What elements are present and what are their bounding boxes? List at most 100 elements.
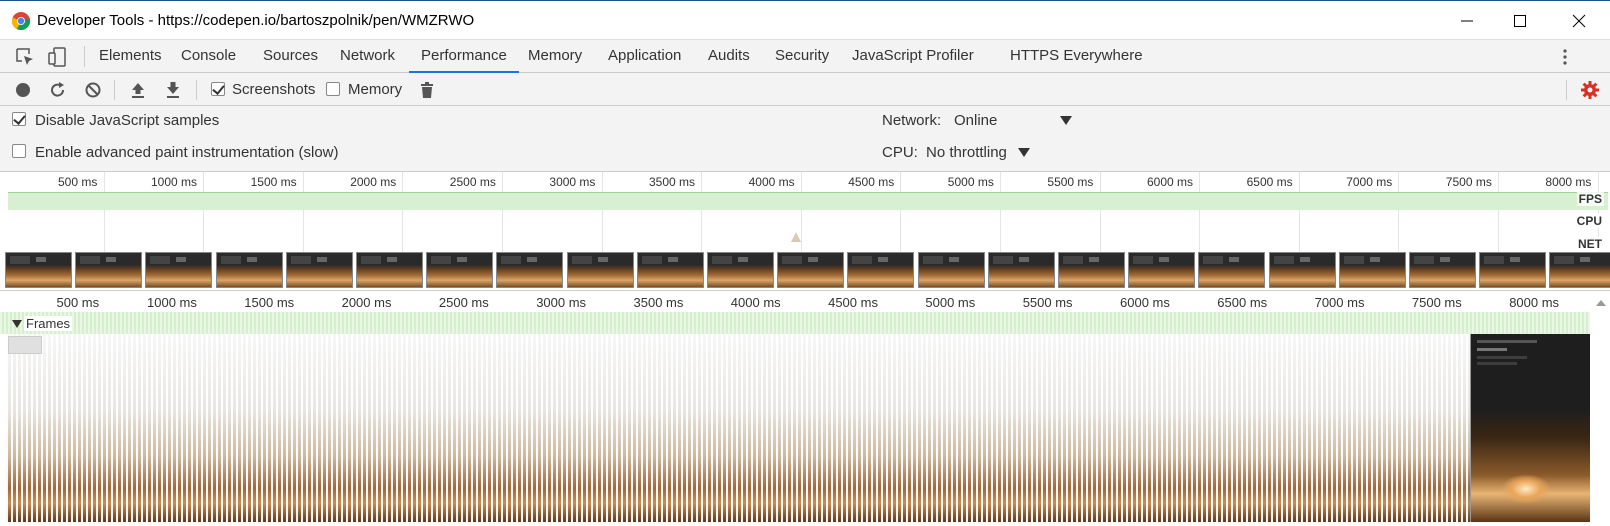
first-frame-block xyxy=(8,336,42,354)
filmstrip-frame xyxy=(1128,252,1196,288)
advanced-paint-label: Enable advanced paint instrumentation (s… xyxy=(35,144,339,161)
reload-record-icon[interactable] xyxy=(48,80,68,100)
clear-icon[interactable] xyxy=(83,80,103,100)
filmstrip-frame xyxy=(1479,252,1547,288)
frames-track-header[interactable]: Frames xyxy=(0,312,1590,334)
tab-audits[interactable]: Audits xyxy=(696,40,762,73)
disable-js-samples-checkbox[interactable] xyxy=(12,112,26,126)
overview-tick-label: 2000 ms xyxy=(350,175,397,189)
overview-tick-label: 5000 ms xyxy=(947,175,994,189)
main-tick-label: 5000 ms xyxy=(925,295,976,310)
memory-checkbox[interactable] xyxy=(326,82,340,96)
network-value: Online xyxy=(954,112,998,129)
minimize-icon[interactable] xyxy=(1455,9,1479,33)
overview-tick-label: 3500 ms xyxy=(649,175,696,189)
window-title: Developer Tools - https://codepen.io/bar… xyxy=(37,12,475,29)
tab-https-everywhere[interactable]: HTTPS Everywhere xyxy=(998,40,1155,73)
overview-tick-label: 5500 ms xyxy=(1047,175,1094,189)
filmstrip-frame xyxy=(987,252,1055,288)
device-toolbar-icon[interactable] xyxy=(46,46,68,68)
tab-performance[interactable]: Performance xyxy=(409,40,519,73)
main-tick-label: 1500 ms xyxy=(244,295,295,310)
tab-javascript-profiler[interactable]: JavaScript Profiler xyxy=(840,40,986,73)
advanced-paint-checkbox[interactable] xyxy=(12,144,26,158)
toolbar-separator xyxy=(196,80,197,100)
main-tick-label: 7500 ms xyxy=(1411,295,1462,310)
settings-gear-icon[interactable] xyxy=(1580,80,1600,100)
chevron-down-icon xyxy=(1060,116,1072,125)
cpu-value: No throttling xyxy=(926,144,1007,161)
filmstrip-frame xyxy=(5,252,72,288)
frame-screenshot-thumbnail xyxy=(1470,334,1590,522)
overview-tick-label: 2500 ms xyxy=(449,175,496,189)
upload-icon[interactable] xyxy=(128,80,148,100)
overview-tick-label: 8000 ms xyxy=(1545,175,1592,189)
filmstrip-frame xyxy=(566,252,634,288)
capture-settings-panel: Disable JavaScript samples Enable advanc… xyxy=(0,106,1610,172)
filmstrip-frame xyxy=(777,252,845,288)
trash-icon[interactable] xyxy=(417,80,437,100)
inspect-element-icon[interactable] xyxy=(14,46,36,68)
filmstrip-frame xyxy=(1198,252,1266,288)
overview-tick-label: 3000 ms xyxy=(549,175,596,189)
filmstrip-frame xyxy=(1058,252,1125,288)
filmstrip-frame xyxy=(1409,252,1476,288)
main-tick-label: 4000 ms xyxy=(730,295,781,310)
toolbar-separator xyxy=(1566,80,1567,100)
cpu-label: CPU: xyxy=(882,144,918,161)
main-tick-label: 7000 ms xyxy=(1314,295,1365,310)
tab-console[interactable]: Console xyxy=(169,40,248,73)
expand-triangle-icon xyxy=(12,320,22,328)
more-options-icon[interactable] xyxy=(1560,46,1570,68)
network-throttle-select[interactable]: Online xyxy=(950,108,1072,134)
cpu-throttle-select[interactable]: No throttling xyxy=(922,140,1032,166)
main-tick-label: 2500 ms xyxy=(438,295,489,310)
filmstrip-frame xyxy=(1549,252,1610,288)
frames-label: Frames xyxy=(24,316,73,331)
scroll-up-icon[interactable] xyxy=(1596,300,1606,306)
cpu-spike-marker xyxy=(791,232,801,242)
filmstrip-frame xyxy=(145,252,213,288)
screenshots-checkbox[interactable] xyxy=(211,82,225,96)
main-tick-label: 6500 ms xyxy=(1217,295,1268,310)
filmstrip-frame xyxy=(1338,252,1406,288)
filmstrip-frame xyxy=(496,252,564,288)
main-timeline-ruler: 500 ms 1000 ms 1500 ms 2000 ms 2500 ms 3000 m… xyxy=(0,291,1610,312)
screenshots-label: Screenshots xyxy=(232,81,316,98)
main-tick-label: 3000 ms xyxy=(536,295,587,310)
overview-tick-label: 1500 ms xyxy=(250,175,297,189)
tab-memory[interactable]: Memory xyxy=(516,40,594,73)
tab-bar-separator xyxy=(84,46,85,67)
record-icon[interactable] xyxy=(13,80,33,100)
overview-ruler: 500 ms 1000 ms 1500 ms 2000 ms 2500 ms 3000 m… xyxy=(0,172,1610,190)
overview-tick-label: 6000 ms xyxy=(1147,175,1194,189)
filmstrip-frame xyxy=(285,252,353,288)
devtools-tab-bar: Elements Console Sources Network Perform… xyxy=(0,40,1610,73)
maximize-icon[interactable] xyxy=(1508,9,1532,33)
network-label: Network: xyxy=(882,112,942,129)
main-tick-label: 500 ms xyxy=(56,295,100,310)
window-titlebar: Developer Tools - https://codepen.io/bar… xyxy=(0,0,1610,40)
filmstrip-frame xyxy=(426,252,494,288)
filmstrip-frame xyxy=(1268,252,1336,288)
memory-label: Memory xyxy=(348,81,403,98)
main-tick-label: 3500 ms xyxy=(633,295,684,310)
filmstrip-frame xyxy=(215,252,283,288)
timeline-overview[interactable]: 500 ms 1000 ms 1500 ms 2000 ms 2500 ms 3000 m… xyxy=(0,172,1610,291)
tab-application[interactable]: Application xyxy=(596,40,693,73)
frames-track[interactable] xyxy=(6,334,1470,522)
tab-security[interactable]: Security xyxy=(763,40,841,73)
tab-elements[interactable]: Elements xyxy=(87,40,174,73)
disable-js-samples-label: Disable JavaScript samples xyxy=(35,112,220,129)
tab-network[interactable]: Network xyxy=(328,40,407,73)
cpu-lane-label: CPU xyxy=(1574,214,1604,228)
overview-tick-label: 7000 ms xyxy=(1346,175,1393,189)
vertical-scrollbar[interactable] xyxy=(1596,312,1610,526)
main-tick-label: 8000 ms xyxy=(1509,295,1560,310)
net-lane-label: NET xyxy=(1576,237,1604,251)
overview-tick-label: 6500 ms xyxy=(1246,175,1293,189)
tab-sources[interactable]: Sources xyxy=(251,40,330,73)
download-icon[interactable] xyxy=(163,80,183,100)
filmstrip-frame xyxy=(75,252,143,288)
close-icon[interactable] xyxy=(1567,9,1591,33)
